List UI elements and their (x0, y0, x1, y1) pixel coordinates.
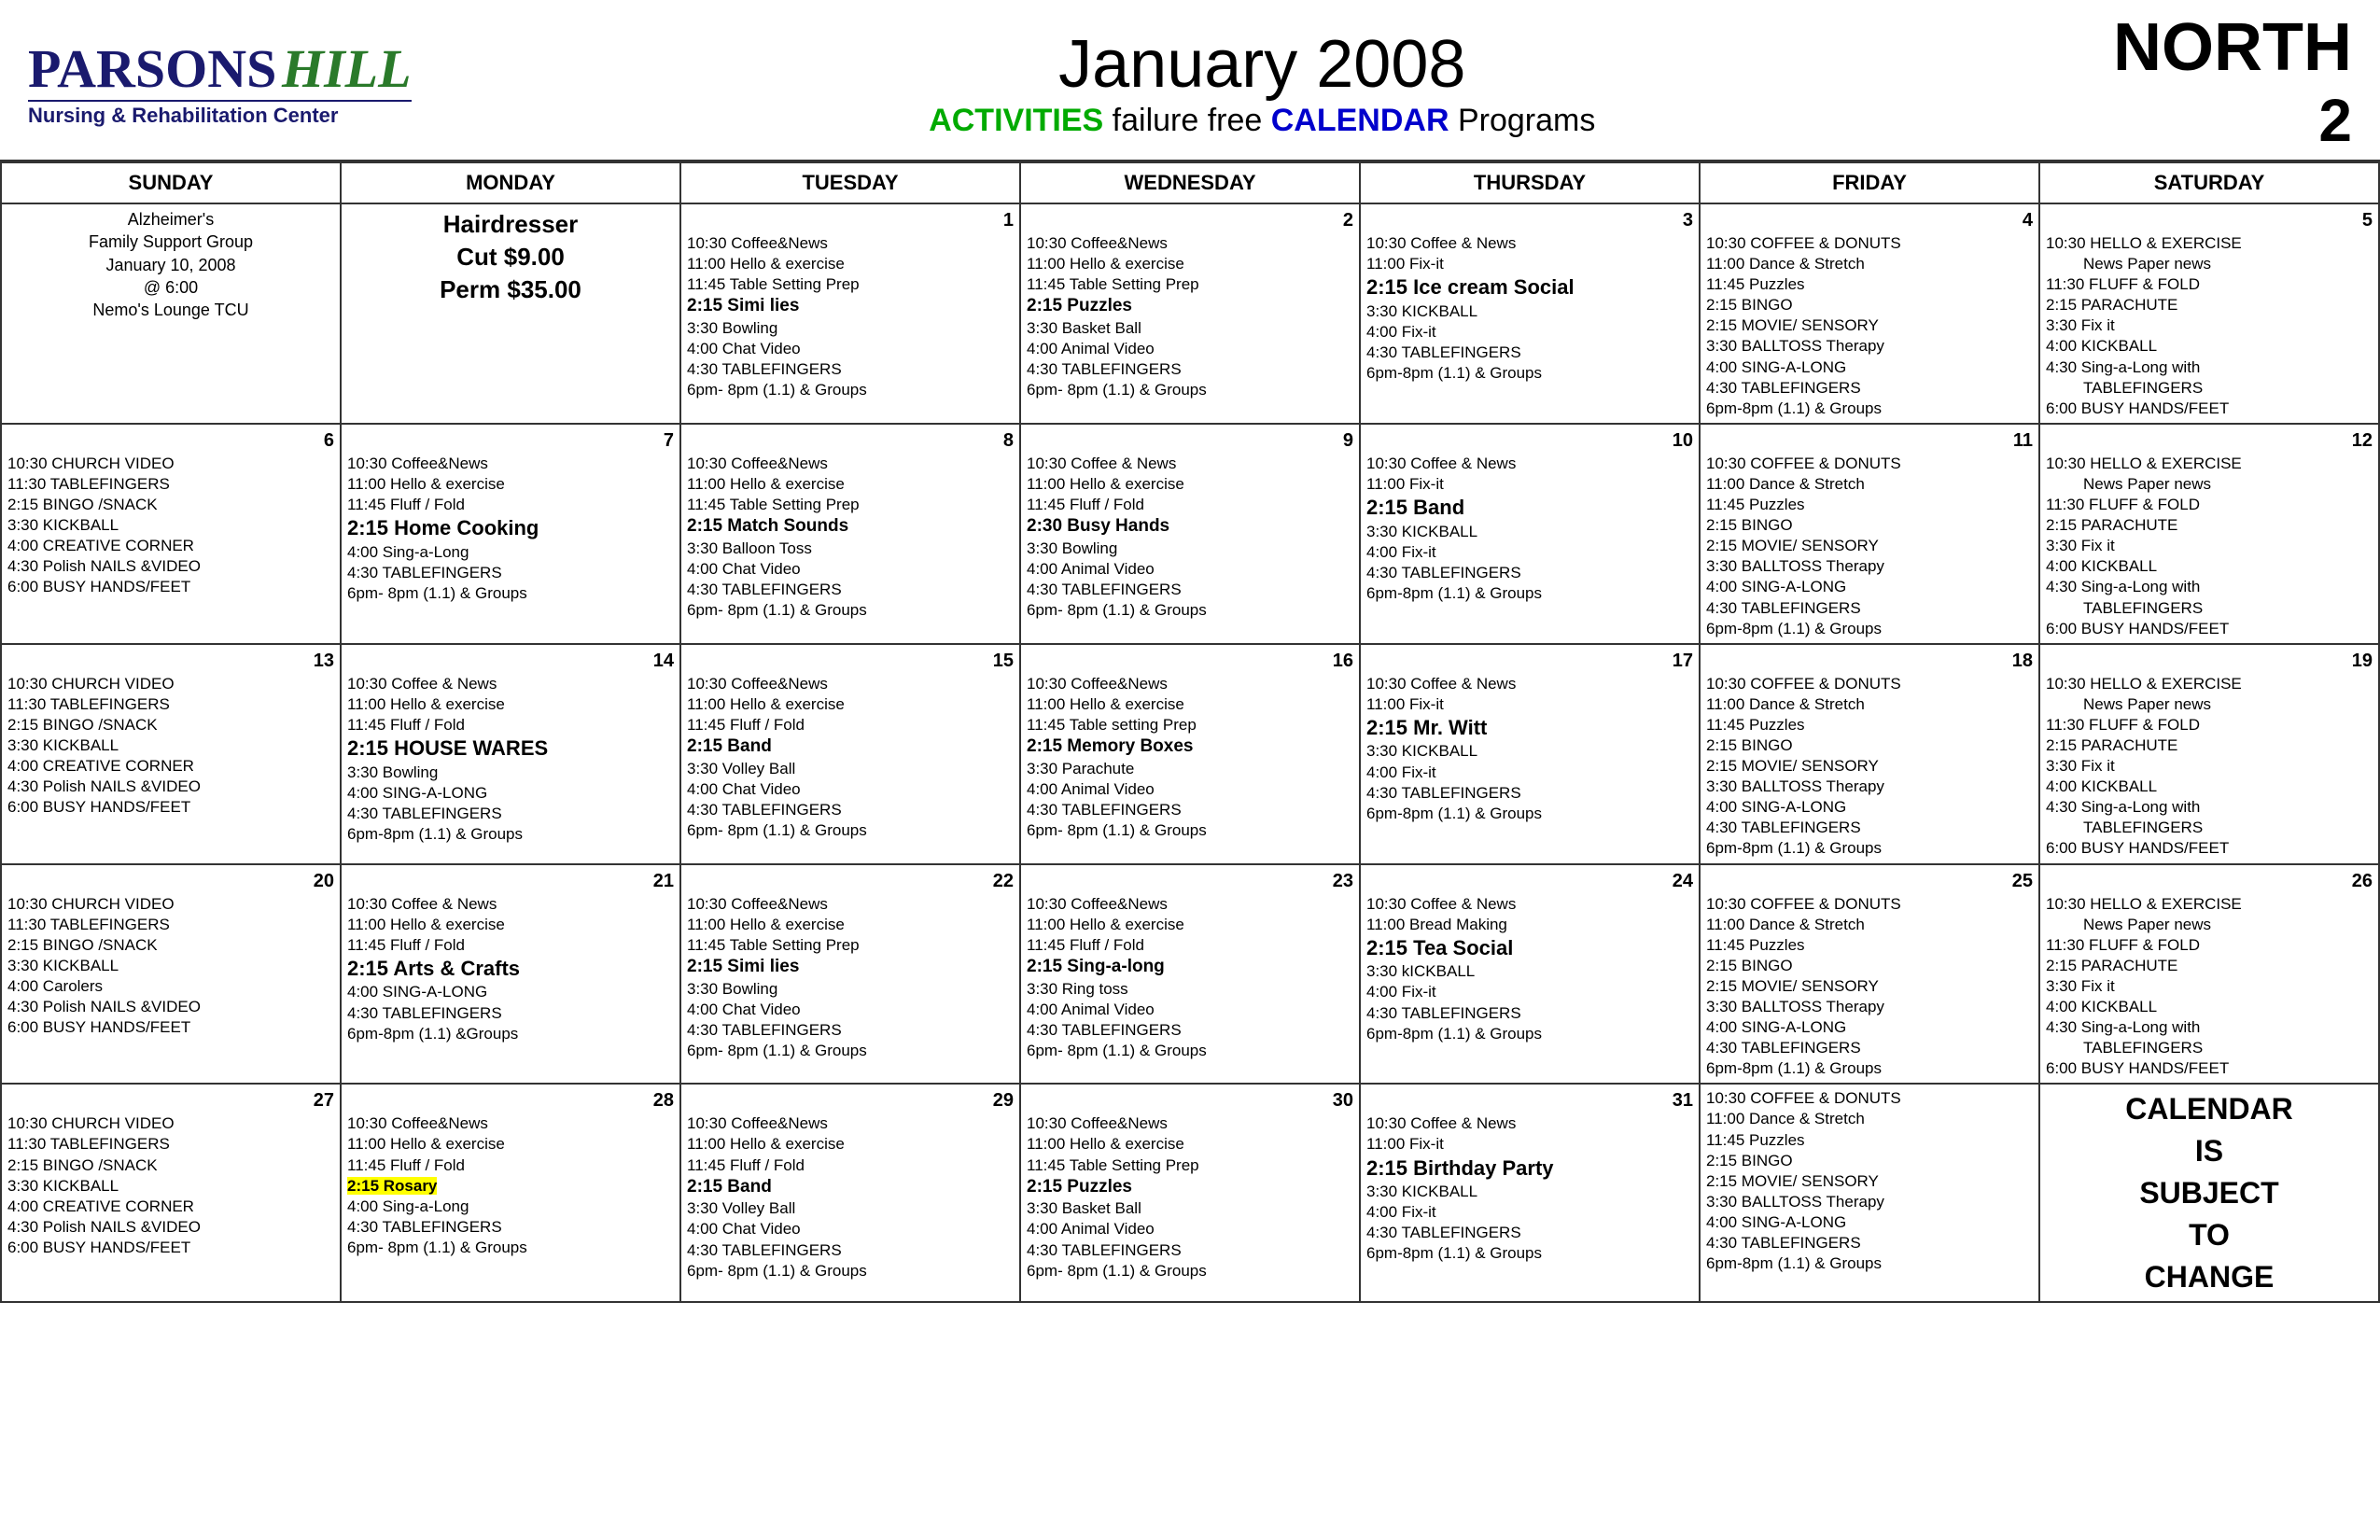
col-thursday: THURSDAY (1360, 162, 1700, 203)
cell-jan14: 14 10:30 Coffee & News 11:00 Hello & exe… (341, 644, 680, 864)
cell-jan28: 28 10:30 Coffee&News 11:00 Hello & exerc… (341, 1084, 680, 1302)
calendar-change-text: CALENDARISSUBJECTTOCHANGE (2046, 1088, 2373, 1297)
cell-jan11: 11 10:30 COFFEE & DONUTS 11:00 Dance & S… (1700, 424, 2039, 644)
col-sunday: SUNDAY (1, 162, 341, 203)
table-row: 13 10:30 CHURCH VIDEO 11:30 TABLEFINGERS… (1, 644, 2379, 864)
cell-jan9: 9 10:30 Coffee & News 11:00 Hello & exer… (1020, 424, 1360, 644)
region-area: NORTH 2 (2113, 9, 2352, 155)
region-num: 2 (2113, 86, 2352, 155)
cell-jan5: 5 10:30 HELLO & EXERCISE News Paper news… (2039, 203, 2379, 424)
col-tuesday: TUESDAY (680, 162, 1020, 203)
cell-jan24: 24 10:30 Coffee & News 11:00 Bread Makin… (1360, 864, 1700, 1085)
cell-calendar-change: CALENDARISSUBJECTTOCHANGE (2039, 1084, 2379, 1302)
cell-jan25: 25 10:30 COFFEE & DONUTS 11:00 Dance & S… (1700, 864, 2039, 1085)
header-center: January 2008 ACTIVITIES failure free CAL… (412, 26, 2113, 139)
page-header: PARSONS HILL Nursing & Rehabilitation Ce… (0, 0, 2380, 161)
activities-word: ACTIVITIES (929, 103, 1103, 138)
cell-jan19: 19 10:30 HELLO & EXERCISE News Paper new… (2039, 644, 2379, 864)
col-wednesday: WEDNESDAY (1020, 162, 1360, 203)
logo-parsons: PARSONS (28, 37, 276, 100)
cell-jan7: 7 10:30 Coffee&News 11:00 Hello & exerci… (341, 424, 680, 644)
logo-subtitle: Nursing & Rehabilitation Center (28, 100, 412, 128)
alzheimer-note: Alzheimer's Family Support Group January… (7, 208, 334, 321)
cell-blank-sun: Alzheimer's Family Support Group January… (1, 203, 341, 424)
hairdresser-info: Hairdresser Cut $9.00 Perm $35.00 (347, 208, 674, 306)
cell-jan2: 2 10:30 Coffee&News 11:00 Hello & exerci… (1020, 203, 1360, 424)
cell-jan3: 3 10:30 Coffee & News 11:00 Fix-it 2:15 … (1360, 203, 1700, 424)
table-row: 27 10:30 CHURCH VIDEO 11:30 TABLEFINGERS… (1, 1084, 2379, 1302)
col-friday: FRIDAY (1700, 162, 2039, 203)
cell-jan16: 16 10:30 Coffee&News 11:00 Hello & exerc… (1020, 644, 1360, 864)
col-saturday: SATURDAY (2039, 162, 2379, 203)
cell-jan23: 23 10:30 Coffee&News 11:00 Hello & exerc… (1020, 864, 1360, 1085)
logo-area: PARSONS HILL Nursing & Rehabilitation Ce… (28, 37, 412, 128)
cell-jan10: 10 10:30 Coffee & News 11:00 Fix-it 2:15… (1360, 424, 1700, 644)
calendar-table: SUNDAY MONDAY TUESDAY WEDNESDAY THURSDAY… (0, 161, 2380, 1303)
cell-jan30: 30 10:30 Coffee&News 11:00 Hello & exerc… (1020, 1084, 1360, 1302)
cell-jan1: 1 10:30 Coffee&News 11:00 Hello & exerci… (680, 203, 1020, 424)
cell-hairdresser: Hairdresser Cut $9.00 Perm $35.00 (341, 203, 680, 424)
col-monday: MONDAY (341, 162, 680, 203)
table-row: 20 10:30 CHURCH VIDEO 11:30 TABLEFINGERS… (1, 864, 2379, 1085)
cell-jan27: 27 10:30 CHURCH VIDEO 11:30 TABLEFINGERS… (1, 1084, 341, 1302)
cell-jan-fri-last: 10:30 COFFEE & DONUTS 11:00 Dance & Stre… (1700, 1084, 2039, 1302)
cell-jan22: 22 10:30 Coffee&News 11:00 Hello & exerc… (680, 864, 1020, 1085)
cell-jan4: 4 10:30 COFFEE & DONUTS 11:00 Dance & St… (1700, 203, 2039, 424)
cell-jan26: 26 10:30 HELLO & EXERCISE News Paper new… (2039, 864, 2379, 1085)
logo-hill: HILL (282, 37, 412, 100)
cell-jan20: 20 10:30 CHURCH VIDEO 11:30 TABLEFINGERS… (1, 864, 341, 1085)
cell-jan6: 6 10:30 CHURCH VIDEO 11:30 TABLEFINGERS … (1, 424, 341, 644)
activities-subtitle: ACTIVITIES failure free CALENDAR Program… (412, 103, 2113, 139)
cell-jan21: 21 10:30 Coffee & News 11:00 Hello & exe… (341, 864, 680, 1085)
cell-jan17: 17 10:30 Coffee & News 11:00 Fix-it 2:15… (1360, 644, 1700, 864)
cell-jan18: 18 10:30 COFFEE & DONUTS 11:00 Dance & S… (1700, 644, 2039, 864)
cell-jan8: 8 10:30 Coffee&News 11:00 Hello & exerci… (680, 424, 1020, 644)
table-row: 6 10:30 CHURCH VIDEO 11:30 TABLEFINGERS … (1, 424, 2379, 644)
cell-jan29: 29 10:30 Coffee&News 11:00 Hello & exerc… (680, 1084, 1020, 1302)
calendar-word: CALENDAR (1271, 103, 1449, 138)
cell-jan13: 13 10:30 CHURCH VIDEO 11:30 TABLEFINGERS… (1, 644, 341, 864)
month-year: January 2008 (412, 26, 2113, 103)
cell-jan31: 31 10:30 Coffee & News 11:00 Fix-it 2:15… (1360, 1084, 1700, 1302)
cell-jan12: 12 10:30 HELLO & EXERCISE News Paper new… (2039, 424, 2379, 644)
cell-jan15: 15 10:30 Coffee&News 11:00 Hello & exerc… (680, 644, 1020, 864)
region-label: NORTH (2113, 9, 2352, 86)
table-row: Alzheimer's Family Support Group January… (1, 203, 2379, 424)
